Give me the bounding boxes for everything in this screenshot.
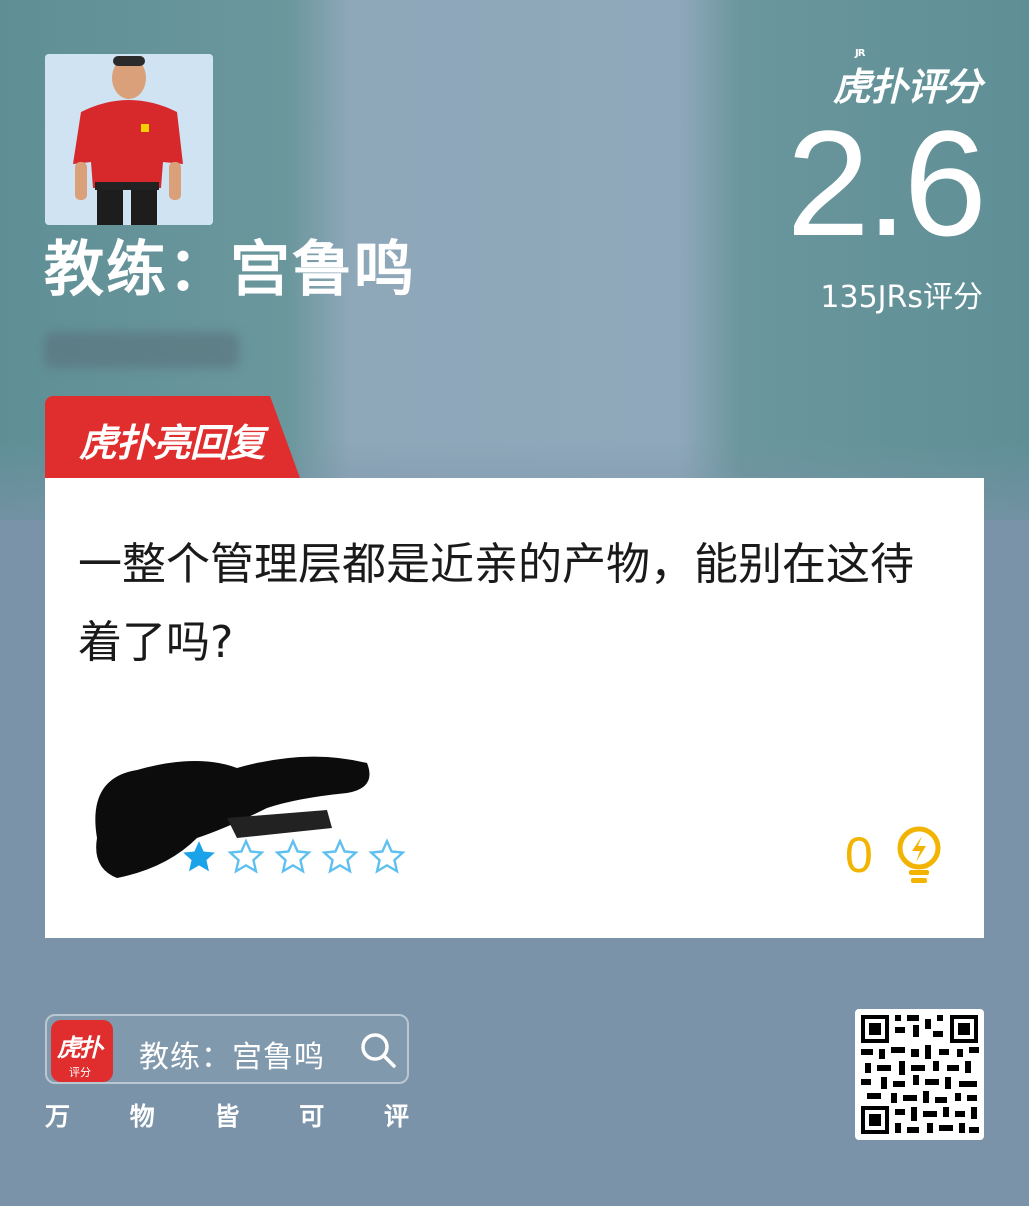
coach-avatar (45, 54, 213, 225)
lightbulb-icon[interactable] (895, 826, 943, 884)
comment-text: 一整个管理层都是近亲的产物，能别在这待着了吗? (78, 539, 914, 668)
slogan-char: 可 (299, 1102, 325, 1131)
rating-score: 2.6 (786, 99, 987, 267)
page-title: 教练：宫鲁鸣 (44, 235, 416, 305)
star-empty-icon (274, 838, 312, 874)
slogan-char: 评 (383, 1102, 409, 1131)
star-empty-icon (368, 838, 406, 874)
search-icon[interactable] (359, 1031, 397, 1069)
slogan-char: 皆 (214, 1102, 240, 1131)
rating-count: 135JRs评分 (820, 280, 983, 315)
slogan-char: 物 (129, 1102, 155, 1131)
search-query: 教练：宫鲁鸣 (139, 1040, 325, 1075)
blurred-username (44, 332, 239, 368)
star-empty-icon (321, 838, 359, 874)
slogan: 万 物 皆 可 评 (45, 1097, 409, 1133)
logo-badge: JR (854, 48, 865, 59)
star-filled-icon (183, 841, 215, 872)
search-bar[interactable]: 虎扑 评分 教练：宫鲁鸣 (45, 1014, 409, 1084)
hupu-app-icon: 虎扑 评分 (51, 1020, 113, 1082)
slogan-char: 万 (45, 1102, 71, 1131)
light-count: 0 (845, 827, 873, 883)
app-icon-text: 虎扑 (57, 1034, 103, 1062)
app-icon-sub: 评分 (69, 1066, 91, 1079)
highlight-reply-tag: 虎扑亮回复 (45, 396, 300, 478)
tag-label: 虎扑亮回复 (79, 421, 265, 465)
rating-stars (180, 838, 406, 876)
star-empty-icon (227, 838, 265, 874)
qr-code[interactable] (855, 1009, 984, 1140)
comment-card: 一整个管理层都是近亲的产物，能别在这待着了吗? 0 (45, 478, 984, 938)
